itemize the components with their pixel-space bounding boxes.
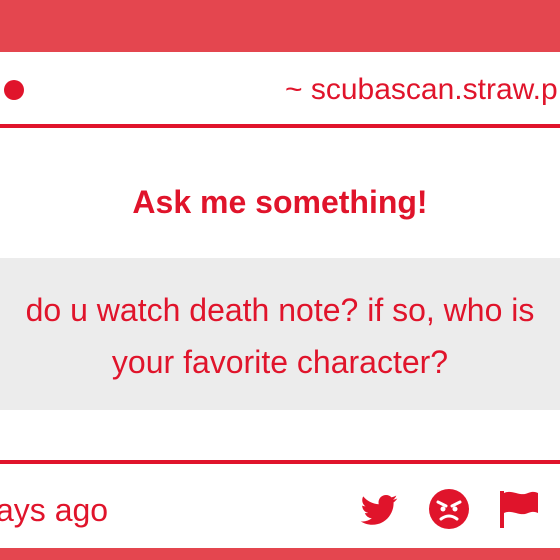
question-box: do u watch death note? if so, who is you…	[0, 258, 560, 410]
timestamp: ays ago	[0, 492, 109, 528]
status-dot	[4, 80, 24, 100]
card-footer: ays ago	[0, 464, 560, 548]
card-header: ~ scubascan.straw.p	[0, 52, 560, 128]
flag-icon	[500, 491, 538, 528]
page-title: Ask me something!	[132, 184, 428, 220]
question-card: ~ scubascan.straw.p Ask me something! do…	[0, 52, 560, 548]
question-text: do u watch death note? if so, who is you…	[25, 292, 535, 380]
twitter-icon	[360, 495, 398, 525]
profile-url[interactable]: ~ scubascan.straw.p	[285, 70, 558, 110]
angry-face-icon	[429, 489, 469, 529]
report-flag-button[interactable]	[498, 488, 540, 530]
top-band	[0, 0, 560, 52]
twitter-share-button[interactable]	[358, 488, 400, 530]
card-body: Ask me something! do u watch death note?…	[0, 132, 560, 460]
bottom-band	[0, 548, 560, 560]
angry-react-button[interactable]	[428, 488, 470, 530]
